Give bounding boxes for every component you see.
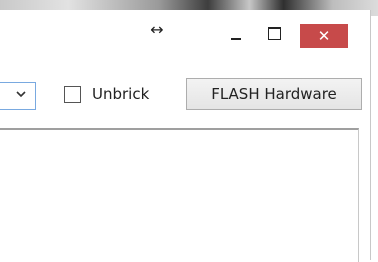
- flash-hardware-button[interactable]: FLASH Hardware: [186, 78, 362, 110]
- output-panel[interactable]: [0, 128, 359, 262]
- close-icon: ✕: [317, 27, 331, 45]
- maximize-icon: [268, 27, 281, 40]
- chevron-down-icon: [16, 91, 26, 98]
- resize-horizontal-icon: ↔: [150, 20, 164, 39]
- minimize-icon: [231, 38, 241, 40]
- toolbar: Unbrick FLASH Hardware: [0, 78, 370, 118]
- close-button[interactable]: ✕: [300, 24, 348, 48]
- device-select-dropdown[interactable]: [0, 82, 36, 110]
- minimize-button[interactable]: [220, 14, 254, 44]
- unbrick-label: Unbrick: [92, 85, 150, 103]
- maximize-button[interactable]: [257, 14, 291, 44]
- title-bar[interactable]: ↔ ✕: [0, 10, 370, 48]
- unbrick-checkbox[interactable]: [64, 86, 81, 103]
- app-window: ↔ ✕ Unbrick FLASH Hardware: [0, 10, 371, 262]
